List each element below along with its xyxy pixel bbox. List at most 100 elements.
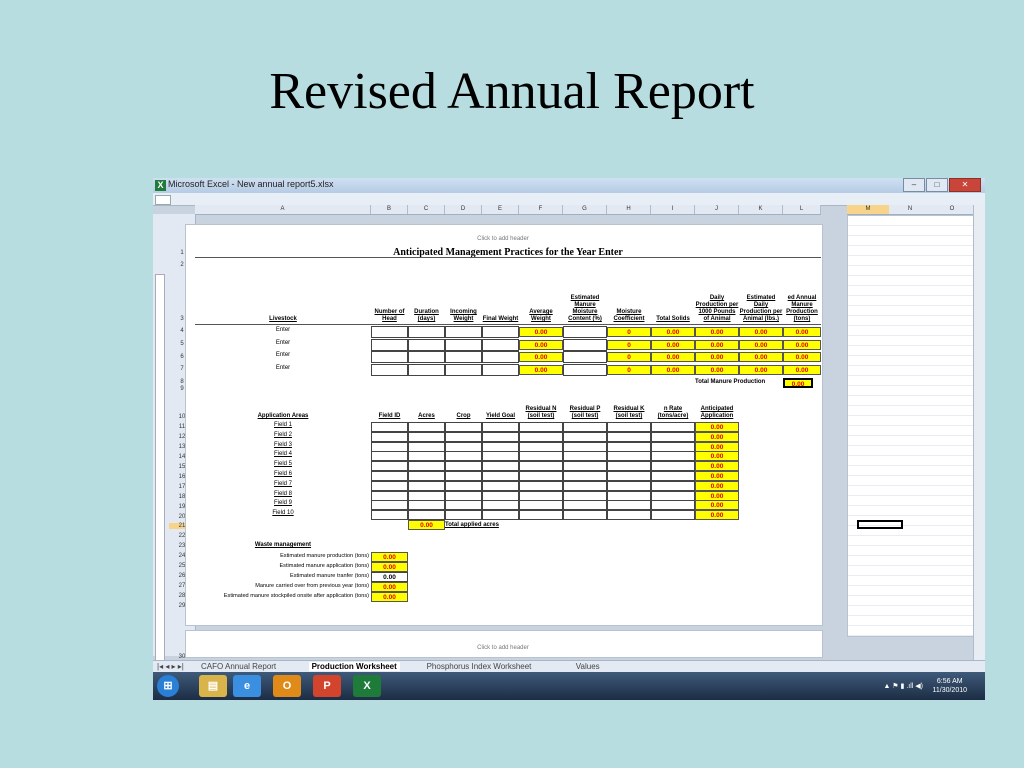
field-input-cell[interactable] bbox=[408, 490, 445, 501]
field-input-cell[interactable] bbox=[445, 510, 482, 521]
field-input-cell[interactable] bbox=[563, 422, 607, 432]
field-input-cell[interactable] bbox=[482, 441, 519, 452]
outlook-icon[interactable]: O bbox=[273, 675, 301, 697]
field-input-cell[interactable] bbox=[371, 422, 408, 432]
field-input-cell[interactable] bbox=[445, 490, 482, 501]
field-input-cell[interactable] bbox=[607, 500, 651, 511]
field-input-cell[interactable] bbox=[482, 471, 519, 481]
field-input-cell[interactable] bbox=[408, 431, 445, 442]
field-input-cell[interactable] bbox=[651, 490, 695, 501]
column-header-c[interactable]: C bbox=[408, 205, 445, 214]
field-input-cell[interactable] bbox=[607, 490, 651, 501]
moisture-input-cell[interactable] bbox=[563, 363, 607, 376]
input-cell[interactable] bbox=[371, 338, 408, 351]
header-hint[interactable]: Click to add header bbox=[185, 236, 821, 242]
input-cell[interactable] bbox=[445, 338, 482, 351]
header-hint-2[interactable]: Click to add header bbox=[185, 645, 821, 651]
field-input-cell[interactable] bbox=[408, 461, 445, 472]
field-label[interactable]: Field 9 bbox=[195, 500, 371, 506]
livestock-row-label[interactable]: Enter bbox=[195, 327, 371, 333]
field-input-cell[interactable] bbox=[519, 480, 563, 491]
field-input-cell[interactable] bbox=[482, 451, 519, 462]
field-input-cell[interactable] bbox=[482, 480, 519, 491]
field-input-cell[interactable] bbox=[607, 510, 651, 521]
field-input-cell[interactable] bbox=[445, 500, 482, 511]
field-input-cell[interactable] bbox=[371, 480, 408, 491]
field-input-cell[interactable] bbox=[651, 510, 695, 521]
column-header-m[interactable]: M bbox=[847, 205, 889, 214]
column-header-e[interactable]: E bbox=[482, 205, 519, 214]
field-input-cell[interactable] bbox=[408, 510, 445, 521]
field-label[interactable]: Field 6 bbox=[195, 471, 371, 477]
field-input-cell[interactable] bbox=[607, 422, 651, 432]
column-header-j[interactable]: J bbox=[695, 205, 739, 214]
name-box[interactable] bbox=[155, 195, 171, 205]
field-input-cell[interactable] bbox=[408, 471, 445, 481]
field-input-cell[interactable] bbox=[651, 422, 695, 432]
field-input-cell[interactable] bbox=[651, 480, 695, 491]
input-cell[interactable] bbox=[408, 363, 445, 376]
column-header-b[interactable]: B bbox=[371, 205, 408, 214]
field-input-cell[interactable] bbox=[563, 441, 607, 452]
vertical-scrollbar[interactable] bbox=[973, 205, 985, 660]
input-cell[interactable] bbox=[482, 338, 519, 351]
field-input-cell[interactable] bbox=[371, 431, 408, 442]
field-input-cell[interactable] bbox=[445, 471, 482, 481]
field-input-cell[interactable] bbox=[563, 510, 607, 521]
field-input-cell[interactable] bbox=[482, 461, 519, 472]
field-input-cell[interactable] bbox=[563, 431, 607, 442]
excel-icon[interactable]: X bbox=[353, 675, 381, 697]
column-header-d[interactable]: D bbox=[445, 205, 482, 214]
field-input-cell[interactable] bbox=[371, 441, 408, 452]
tab-nav-arrows[interactable]: |◂ ◂ ▸ ▸| bbox=[157, 662, 184, 671]
field-input-cell[interactable] bbox=[651, 461, 695, 472]
minimize-button[interactable]: – bbox=[903, 178, 925, 192]
field-input-cell[interactable] bbox=[408, 422, 445, 432]
clock[interactable]: 6:56 AM 11/30/2010 bbox=[932, 677, 967, 695]
sheet-tab[interactable]: Production Worksheet bbox=[308, 662, 400, 671]
input-cell[interactable] bbox=[445, 351, 482, 363]
column-header-i[interactable]: I bbox=[651, 205, 695, 214]
input-cell[interactable] bbox=[371, 363, 408, 376]
moisture-input-cell[interactable] bbox=[563, 338, 607, 351]
powerpoint-icon[interactable]: P bbox=[313, 675, 341, 697]
field-input-cell[interactable] bbox=[563, 471, 607, 481]
input-cell[interactable] bbox=[445, 363, 482, 376]
selected-cell[interactable] bbox=[857, 520, 903, 529]
field-input-cell[interactable] bbox=[482, 422, 519, 432]
field-input-cell[interactable] bbox=[371, 490, 408, 501]
input-cell[interactable] bbox=[371, 351, 408, 363]
waste-value-cell[interactable]: 0.00 bbox=[371, 592, 408, 602]
waste-value-cell[interactable]: 0.00 bbox=[371, 572, 408, 582]
field-input-cell[interactable] bbox=[607, 441, 651, 452]
field-input-cell[interactable] bbox=[482, 500, 519, 511]
field-input-cell[interactable] bbox=[519, 490, 563, 501]
field-input-cell[interactable] bbox=[519, 451, 563, 462]
field-input-cell[interactable] bbox=[519, 461, 563, 472]
excel-icon[interactable]: X bbox=[155, 180, 166, 191]
field-input-cell[interactable] bbox=[651, 441, 695, 452]
field-input-cell[interactable] bbox=[563, 451, 607, 462]
field-input-cell[interactable] bbox=[607, 480, 651, 491]
input-cell[interactable] bbox=[371, 326, 408, 338]
column-header-f[interactable]: F bbox=[519, 205, 563, 214]
field-input-cell[interactable] bbox=[445, 422, 482, 432]
field-label[interactable]: Field 4 bbox=[195, 451, 371, 457]
field-input-cell[interactable] bbox=[371, 510, 408, 521]
column-header-h[interactable]: H bbox=[607, 205, 651, 214]
field-input-cell[interactable] bbox=[607, 471, 651, 481]
field-input-cell[interactable] bbox=[482, 431, 519, 442]
column-header-g[interactable]: G bbox=[563, 205, 607, 214]
waste-value-cell[interactable]: 0.00 bbox=[371, 582, 408, 592]
field-input-cell[interactable] bbox=[371, 451, 408, 462]
input-cell[interactable] bbox=[482, 326, 519, 338]
explorer-icon[interactable]: ▤ bbox=[199, 675, 227, 697]
input-cell[interactable] bbox=[482, 351, 519, 363]
field-input-cell[interactable] bbox=[445, 441, 482, 452]
input-cell[interactable] bbox=[445, 326, 482, 338]
maximize-button[interactable]: □ bbox=[926, 178, 948, 192]
field-input-cell[interactable] bbox=[408, 480, 445, 491]
field-input-cell[interactable] bbox=[371, 461, 408, 472]
field-label[interactable]: Field 10 bbox=[195, 510, 371, 516]
field-label[interactable]: Field 8 bbox=[195, 491, 371, 497]
